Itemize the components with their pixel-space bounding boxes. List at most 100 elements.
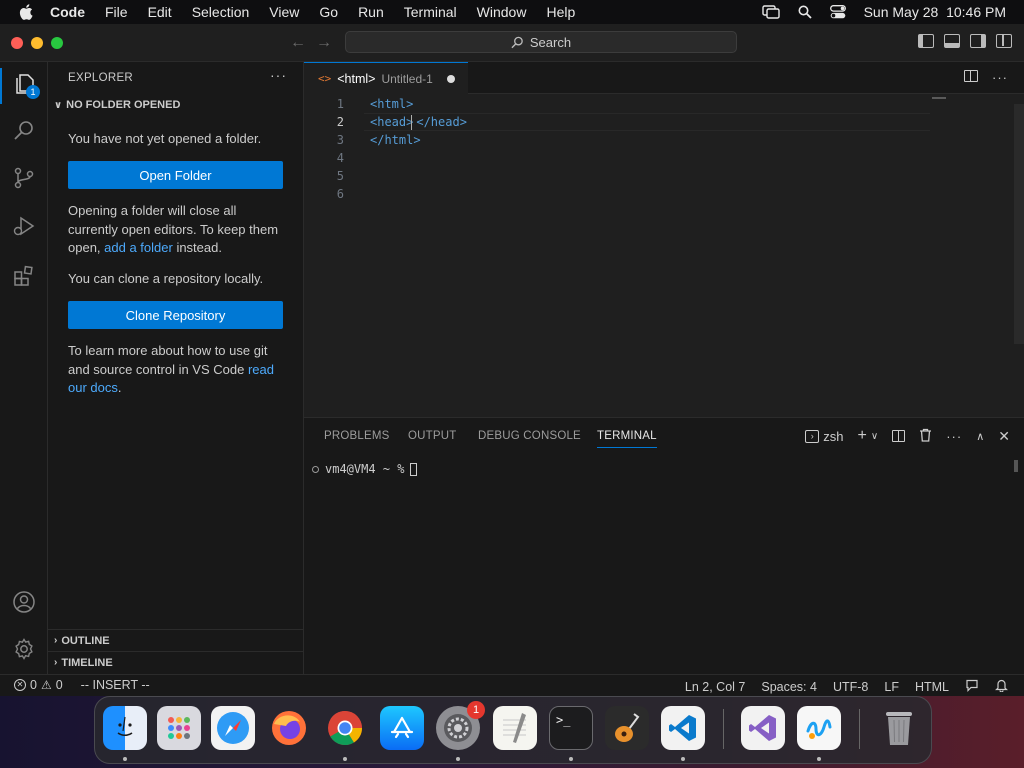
file-encoding[interactable]: UTF-8 [833, 680, 868, 694]
split-terminal-icon[interactable] [892, 430, 906, 442]
opening-text-2: instead. [172, 240, 222, 255]
notifications-bell-icon[interactable] [995, 678, 1008, 695]
tab-output[interactable]: OUTPUT [408, 430, 456, 442]
language-mode[interactable]: HTML [915, 680, 949, 694]
outline-section-header[interactable]: › OUTLINE [48, 629, 304, 651]
line-number: 6 [336, 187, 344, 201]
close-window-button[interactable] [11, 37, 23, 49]
garageband-icon[interactable] [605, 706, 649, 750]
spotlight-search-icon[interactable] [798, 5, 812, 19]
freeform-icon[interactable] [797, 706, 841, 750]
zoom-window-button[interactable] [51, 37, 63, 49]
extensions-icon[interactable] [12, 264, 36, 288]
chrome-icon[interactable] [323, 706, 367, 750]
terminal-scrollbar[interactable] [1014, 460, 1018, 472]
kill-terminal-trash-icon[interactable] [919, 428, 932, 445]
end-of-line[interactable]: LF [884, 680, 899, 694]
new-terminal-icon[interactable]: + [858, 427, 867, 445]
accounts-icon[interactable] [12, 590, 36, 614]
clone-repository-button[interactable]: Clone Repository [68, 301, 283, 329]
no-folder-section-header[interactable]: ∨ NO FOLDER OPENED [54, 99, 180, 111]
editor-scrollbar[interactable] [1014, 104, 1024, 344]
apple-icon[interactable] [18, 3, 36, 21]
line-number: 1 [336, 97, 344, 111]
trash-icon[interactable] [877, 706, 921, 750]
running-indicator [123, 757, 127, 761]
search-label: Search [529, 34, 572, 50]
textedit-icon[interactable] [493, 706, 537, 750]
forward-arrow-icon[interactable]: → [316, 34, 332, 52]
control-center-icon[interactable] [829, 5, 846, 19]
feedback-icon[interactable] [965, 679, 979, 695]
terminal-app-icon[interactable]: >_ [549, 706, 593, 750]
code-token: <html> [370, 97, 414, 111]
code-line: </html> [370, 133, 421, 147]
title-bar: ← → Search [0, 24, 1024, 62]
menu-run[interactable]: Run [358, 4, 384, 20]
cursor-position[interactable]: Ln 2, Col 7 [685, 680, 745, 694]
more-actions-icon[interactable]: ··· [270, 67, 287, 83]
tab-debug-console[interactable]: DEBUG CONSOLE [478, 430, 581, 442]
customize-layout-icon[interactable] [996, 34, 1012, 48]
menu-clock[interactable]: Sun May 28 10:46 PM [864, 4, 1006, 20]
minimize-window-button[interactable] [31, 37, 43, 49]
source-control-icon[interactable] [12, 166, 36, 190]
screen-mirroring-icon[interactable] [761, 5, 780, 19]
running-indicator [343, 757, 347, 761]
desktop-background: 1 >_ [0, 696, 1024, 768]
menu-help[interactable]: Help [546, 4, 575, 20]
editor-more-actions-icon[interactable]: ··· [992, 70, 1008, 85]
open-folder-button[interactable]: Open Folder [68, 161, 283, 189]
toggle-primary-sidebar-icon[interactable] [918, 34, 934, 48]
minimap[interactable] [932, 97, 946, 99]
firefox-icon[interactable] [267, 706, 311, 750]
menu-app-name[interactable]: Code [50, 4, 85, 20]
tab-terminal[interactable]: TERMINAL [597, 430, 657, 448]
unsaved-dot-icon[interactable] [446, 74, 455, 83]
panel-more-actions-icon[interactable]: ··· [946, 429, 962, 444]
indentation[interactable]: Spaces: 4 [761, 680, 817, 694]
add-folder-link[interactable]: add a folder [104, 240, 173, 255]
menu-window[interactable]: Window [477, 4, 527, 20]
back-arrow-icon[interactable]: ← [290, 34, 306, 52]
problems-status[interactable]: ✕ 0 ⚠ 0 [14, 678, 63, 692]
run-and-debug-icon[interactable] [12, 214, 36, 238]
status-bar: ✕ 0 ⚠ 0 -- INSERT -- Ln 2, Col 7 Spaces:… [0, 674, 1024, 696]
running-indicator [569, 757, 573, 761]
finder-icon[interactable] [103, 706, 147, 750]
app-store-icon[interactable] [380, 706, 424, 750]
menu-selection[interactable]: Selection [192, 4, 250, 20]
menu-view[interactable]: View [269, 4, 299, 20]
timeline-section-header[interactable]: › TIMELINE [48, 651, 304, 673]
explorer-badge: 1 [26, 85, 40, 99]
split-editor-icon[interactable] [964, 70, 978, 82]
menu-file[interactable]: File [105, 4, 128, 20]
tab-untitled-1[interactable]: <> <html> Untitled-1 [304, 62, 468, 94]
maximize-panel-icon[interactable]: ∧ [976, 430, 984, 443]
visual-studio-icon[interactable] [741, 706, 785, 750]
sidebar-title: EXPLORER [68, 72, 134, 84]
close-panel-icon[interactable]: ✕ [998, 428, 1010, 445]
toggle-panel-icon[interactable] [944, 34, 960, 48]
toggle-secondary-sidebar-icon[interactable] [970, 34, 986, 48]
search-icon[interactable] [12, 118, 36, 142]
menu-edit[interactable]: Edit [148, 4, 172, 20]
menu-terminal[interactable]: Terminal [404, 4, 457, 20]
safari-icon[interactable] [211, 706, 255, 750]
menu-go[interactable]: Go [319, 4, 338, 20]
code-editor[interactable]: 1 2 3 4 5 6 <html> <head> </head> </html> [304, 94, 1024, 417]
command-center-search[interactable]: Search [345, 31, 737, 53]
chevron-down-icon[interactable]: ∨ [871, 431, 878, 442]
running-indicator [817, 757, 821, 761]
terminal-output[interactable]: vm4@VM4 ~ % [312, 462, 418, 476]
vscode-icon[interactable] [661, 706, 705, 750]
vim-mode: -- INSERT -- [80, 678, 150, 692]
learn-more-message: To learn more about how to use git and s… [68, 342, 288, 398]
launchpad-icon[interactable] [157, 706, 201, 750]
explorer-sidebar: EXPLORER ··· ∨ NO FOLDER OPENED You have… [48, 62, 304, 674]
manage-gear-icon[interactable] [12, 637, 36, 661]
tab-description: Untitled-1 [381, 71, 433, 86]
terminal-shell-selector[interactable]: › zsh [805, 429, 844, 444]
tab-problems[interactable]: PROBLEMS [324, 430, 390, 442]
editor-tab-bar: <> <html> Untitled-1 ··· [304, 62, 1024, 94]
